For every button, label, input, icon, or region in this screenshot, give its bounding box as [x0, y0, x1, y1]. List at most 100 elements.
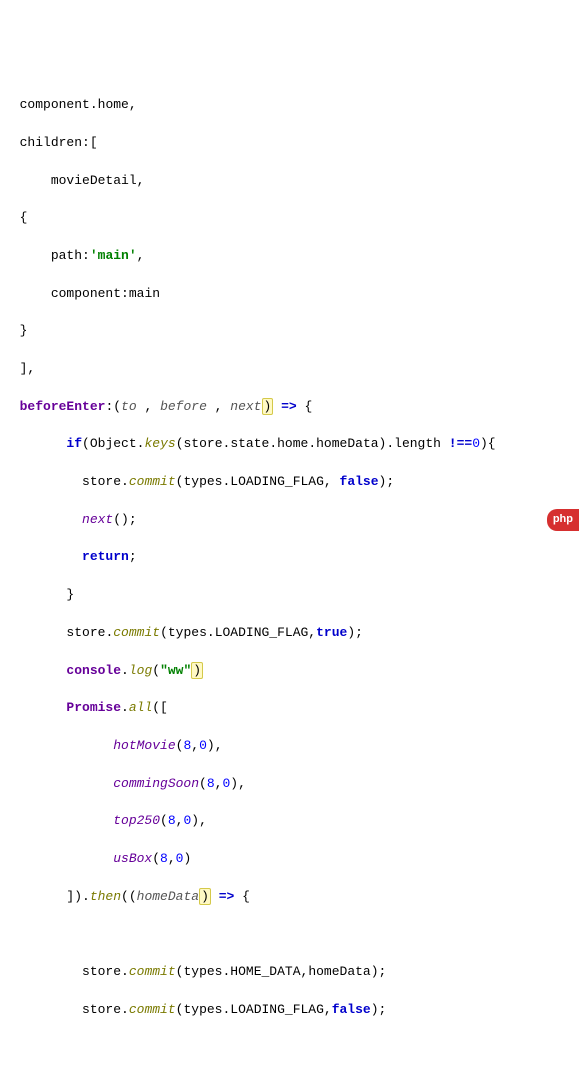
code-line: if(Object.keys(store.state.home.homeData…: [4, 435, 575, 454]
watermark-badge: php: [547, 509, 579, 531]
hl-paren: ): [262, 398, 274, 415]
token: false: [332, 1002, 371, 1017]
code-block: component.home, children:[ movieDetail, …: [4, 77, 575, 1070]
token: types: [183, 474, 222, 489]
token: Promise: [66, 700, 121, 715]
token: :: [121, 286, 129, 301]
token: all: [129, 700, 152, 715]
hl-paren: ): [191, 662, 203, 679]
token: homeData: [137, 889, 199, 904]
token: [211, 889, 219, 904]
token: log: [129, 663, 152, 678]
code-line: hotMovie(8,0),: [4, 737, 575, 756]
token: commit: [129, 474, 176, 489]
token: ,: [137, 173, 145, 188]
token: if: [66, 436, 82, 451]
token: "ww": [160, 663, 191, 678]
token: false: [340, 474, 379, 489]
token: 8: [160, 851, 168, 866]
token: commit: [113, 625, 160, 640]
token: .: [90, 97, 98, 112]
token: );: [347, 625, 363, 640]
token: (: [152, 663, 160, 678]
token: then: [90, 889, 121, 904]
token: }: [20, 323, 28, 338]
token: :[: [82, 135, 98, 150]
code-line: top250(8,0),: [4, 812, 575, 831]
token: 0: [176, 851, 184, 866]
token: ,: [168, 851, 176, 866]
token: 0: [222, 776, 230, 791]
token: types: [168, 625, 207, 640]
token: ,: [129, 97, 137, 112]
token: Object: [90, 436, 137, 451]
token: =>: [281, 399, 297, 414]
code-line: {: [4, 209, 575, 228]
token: true: [316, 625, 347, 640]
token: =>: [219, 889, 235, 904]
code-line: usBox(8,0): [4, 850, 575, 869]
token: store: [82, 964, 121, 979]
code-line: children:[: [4, 134, 575, 153]
code-line: ]).then((homeData) => {: [4, 888, 575, 907]
token: .LOADING_FLAG,: [207, 625, 316, 640]
token: homeData: [308, 964, 370, 979]
code-line: store.commit(types.LOADING_FLAG,true);: [4, 624, 575, 643]
token: store: [184, 436, 223, 451]
token: 0: [472, 436, 480, 451]
token: (: [176, 738, 184, 753]
token: ,: [215, 776, 223, 791]
code-line: [4, 1038, 575, 1057]
token: 'main': [90, 248, 137, 263]
token: .: [121, 663, 129, 678]
token: return: [82, 549, 129, 564]
token: children: [20, 135, 82, 150]
token: ,: [191, 738, 199, 753]
token: (: [160, 813, 168, 828]
token: component: [51, 286, 121, 301]
token: (: [199, 776, 207, 791]
code-line: ],: [4, 360, 575, 379]
token: next: [230, 399, 261, 414]
token: 8: [207, 776, 215, 791]
token: commit: [129, 1002, 176, 1017]
token: main: [129, 286, 160, 301]
token: ]).: [66, 889, 89, 904]
code-line: }: [4, 586, 575, 605]
token: hotMovie: [113, 738, 175, 753]
token: keys: [144, 436, 175, 451]
token: usBox: [113, 851, 152, 866]
token: ),: [207, 738, 223, 753]
token: ){: [480, 436, 496, 451]
token: .: [105, 625, 113, 640]
token: .: [121, 474, 129, 489]
token: );: [379, 474, 395, 489]
token: (: [82, 436, 90, 451]
token: 8: [183, 738, 191, 753]
token: ([: [152, 700, 168, 715]
token: ;: [129, 549, 137, 564]
token: 0: [199, 738, 207, 753]
token: length: [394, 436, 441, 451]
token: to: [121, 399, 137, 414]
token: !==: [449, 436, 472, 451]
token: top250: [113, 813, 160, 828]
token: ,: [137, 399, 160, 414]
code-line: movieDetail,: [4, 172, 575, 191]
hl-paren: ): [199, 888, 211, 905]
token: .LOADING_FLAG,: [222, 1002, 331, 1017]
token: .: [121, 1002, 129, 1017]
token: store: [82, 474, 121, 489]
token: types: [183, 1002, 222, 1017]
token: .LOADING_FLAG,: [222, 474, 339, 489]
token: ,: [137, 248, 145, 263]
token: path: [51, 248, 82, 263]
token: );: [371, 964, 387, 979]
token: (: [176, 1002, 184, 1017]
code-line: Promise.all([: [4, 699, 575, 718]
code-line: commingSoon(8,0),: [4, 775, 575, 794]
token: [441, 436, 449, 451]
token: (: [176, 436, 184, 451]
token: store: [66, 625, 105, 640]
token: .HOME_DATA,: [222, 964, 308, 979]
